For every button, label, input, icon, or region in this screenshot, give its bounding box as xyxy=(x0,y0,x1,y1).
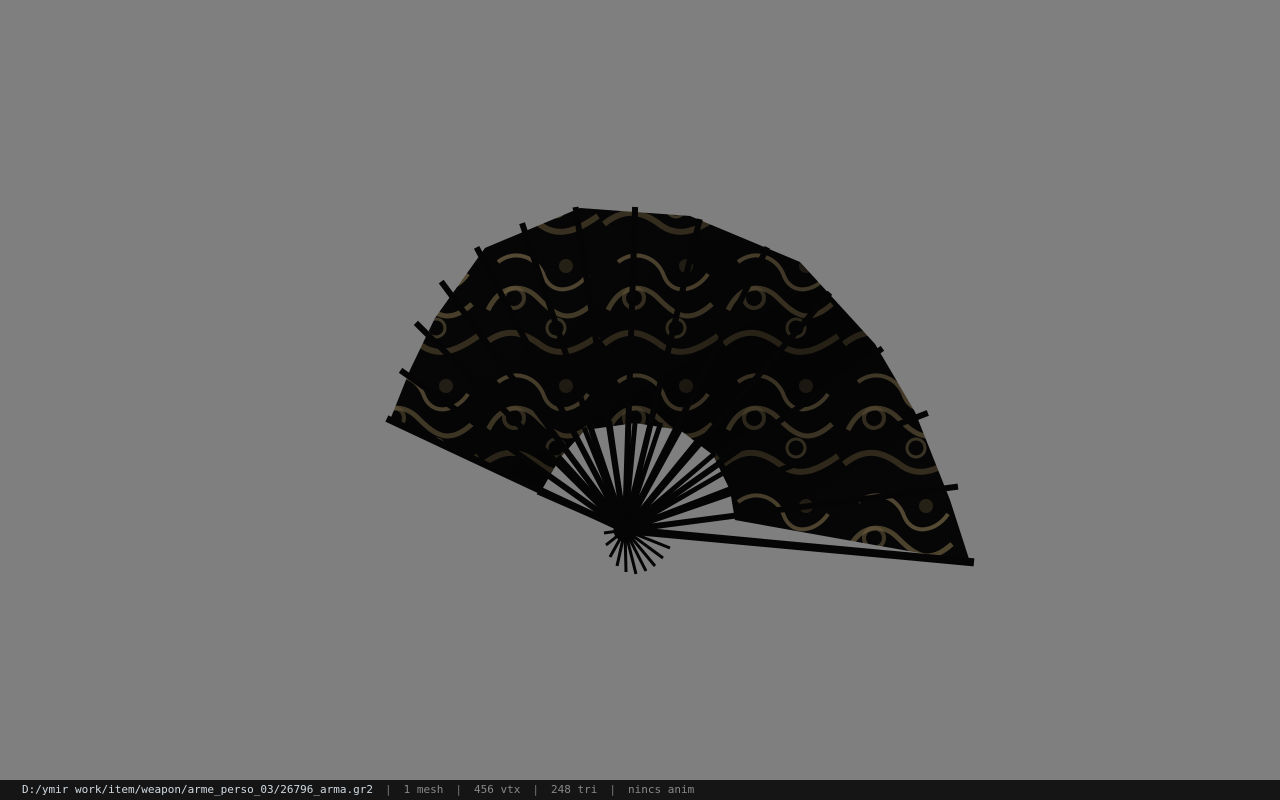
status-separator: | xyxy=(609,783,616,796)
mesh-count: 1 mesh xyxy=(403,783,444,796)
status-separator: | xyxy=(385,783,392,796)
folding-fan-model xyxy=(385,206,975,575)
status-separator: | xyxy=(455,783,462,796)
status-separator: | xyxy=(532,783,539,796)
status-bar: D:/ymir work/item/weapon/arme_perso_03/2… xyxy=(0,780,1280,800)
animation-status: nincs anim xyxy=(627,783,695,796)
model-file-path: D:/ymir work/item/weapon/arme_perso_03/2… xyxy=(22,783,373,796)
triangle-count: 248 tri xyxy=(550,783,598,796)
vertex-count: 456 vtx xyxy=(474,783,521,796)
3d-viewport[interactable] xyxy=(0,0,1280,780)
